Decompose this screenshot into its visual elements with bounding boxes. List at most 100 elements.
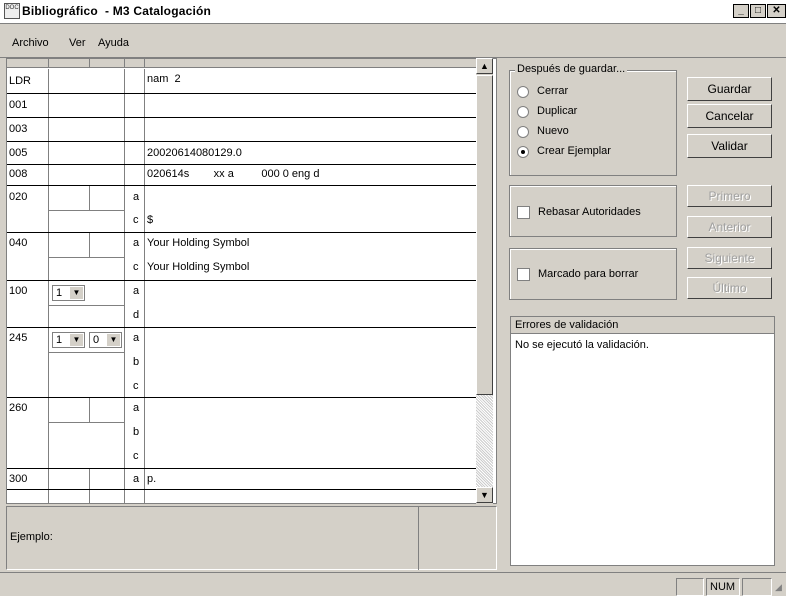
row-divider bbox=[7, 489, 477, 490]
menu-ver[interactable]: Ver bbox=[69, 37, 86, 49]
field-row-100[interactable]: 100 1 ▼ a d bbox=[7, 281, 477, 328]
field-row-260[interactable]: 260 a b c bbox=[7, 398, 477, 469]
save-button[interactable]: Guardar bbox=[687, 77, 772, 101]
doc-icon[interactable]: DOC bbox=[4, 3, 20, 19]
indicator1-select[interactable]: 1 ▼ bbox=[52, 285, 85, 301]
field-tag: 260 bbox=[9, 402, 28, 414]
grid-cell bbox=[144, 281, 145, 327]
scroll-down-icon[interactable]: ▼ bbox=[476, 487, 493, 503]
last-button[interactable]: Último bbox=[687, 277, 772, 299]
subfield-code: a bbox=[133, 332, 140, 344]
validate-button[interactable]: Validar bbox=[687, 134, 772, 158]
indicator2-select[interactable]: 0 ▼ bbox=[89, 332, 122, 348]
subfield-code: c bbox=[133, 261, 139, 273]
grid-cell bbox=[144, 398, 145, 468]
authorities-checkbox[interactable] bbox=[517, 206, 530, 219]
subfield-code: c bbox=[133, 380, 139, 392]
radio-crear-ejemplar[interactable] bbox=[517, 146, 529, 158]
close-button[interactable]: ✕ bbox=[767, 4, 786, 18]
window-title: Bibliográfico - M3 Catalogación bbox=[22, 4, 212, 18]
subfield-code: a bbox=[133, 237, 140, 249]
status-num: NUM bbox=[706, 578, 740, 596]
grid-cell bbox=[48, 118, 49, 141]
field-tag: 005 bbox=[9, 147, 28, 159]
minimize-button[interactable]: _ bbox=[733, 4, 749, 18]
next-button[interactable]: Siguiente bbox=[687, 247, 772, 269]
field-row-245[interactable]: 245 1 ▼ 0 ▼ a b c bbox=[7, 328, 477, 398]
subfield-code: d bbox=[133, 309, 140, 321]
field-row-300[interactable]: 300 a p. bbox=[7, 469, 477, 503]
grid-cell bbox=[144, 469, 145, 503]
subfield-value[interactable]: Your Holding Symbol bbox=[147, 261, 249, 273]
field-tag: 008 bbox=[9, 168, 28, 180]
authorities-label[interactable]: Rebasar Autoridades bbox=[538, 206, 641, 218]
menu-archivo[interactable]: Archivo bbox=[12, 37, 49, 49]
grid-cell bbox=[48, 398, 49, 468]
delete-label[interactable]: Marcado para borrar bbox=[538, 268, 638, 280]
grid-cell bbox=[89, 233, 90, 257]
grid-header-cell bbox=[124, 59, 125, 68]
field-row-001[interactable]: 001 bbox=[7, 94, 477, 118]
delete-checkbox[interactable] bbox=[517, 268, 530, 281]
previous-button[interactable]: Anterior bbox=[687, 216, 772, 238]
chevron-down-icon[interactable]: ▼ bbox=[70, 287, 83, 299]
field-row-ldr[interactable]: LDR nam 2 bbox=[7, 69, 477, 94]
field-row-003[interactable]: 003 bbox=[7, 118, 477, 142]
grid-cell bbox=[124, 94, 125, 117]
first-button[interactable]: Primero bbox=[687, 185, 772, 207]
field-tag: 003 bbox=[9, 123, 28, 135]
indicator-divider bbox=[49, 305, 124, 306]
grid-cell bbox=[89, 398, 90, 422]
cancel-button[interactable]: Cancelar bbox=[687, 104, 772, 128]
menu-ayuda[interactable]: Ayuda bbox=[98, 37, 129, 49]
grid-cell bbox=[124, 281, 125, 327]
chevron-down-icon[interactable]: ▼ bbox=[70, 334, 83, 346]
grid-cell bbox=[144, 69, 145, 93]
grid-cell bbox=[124, 233, 125, 280]
grid-cell bbox=[124, 142, 125, 164]
subfield-value[interactable]: $ bbox=[147, 214, 153, 226]
indicator-divider bbox=[49, 210, 124, 211]
scrollbar-track[interactable] bbox=[476, 395, 493, 487]
grid-cell bbox=[144, 94, 145, 117]
field-row-040[interactable]: 040 a Your Holding Symbol c Your Holding… bbox=[7, 233, 477, 281]
indicator2-value: 0 bbox=[93, 334, 100, 346]
validation-errors-list[interactable]: Errores de validación No se ejecutó la v… bbox=[510, 316, 775, 566]
radio-nuevo[interactable] bbox=[517, 126, 529, 138]
radio-label[interactable]: Duplicar bbox=[537, 105, 577, 117]
grid-cell bbox=[124, 328, 125, 397]
scrollbar-thumb[interactable] bbox=[476, 75, 493, 395]
scroll-up-icon[interactable]: ▲ bbox=[476, 58, 493, 74]
grid-cell bbox=[48, 94, 49, 117]
grid-cell bbox=[48, 165, 49, 185]
grid-header-cell bbox=[89, 59, 90, 68]
maximize-button[interactable]: □ bbox=[750, 4, 766, 18]
chevron-down-icon[interactable]: ▼ bbox=[107, 334, 120, 346]
grid-cell bbox=[124, 118, 125, 141]
radio-label[interactable]: Crear Ejemplar bbox=[537, 145, 611, 157]
grid-scrollbar[interactable]: ▲ ▼ bbox=[476, 58, 493, 504]
field-tag: 300 bbox=[9, 473, 28, 485]
subfield-value[interactable]: Your Holding Symbol bbox=[147, 237, 249, 249]
field-value[interactable]: 20020614080129.0 bbox=[147, 147, 242, 159]
radio-label[interactable]: Cerrar bbox=[537, 85, 568, 97]
indicator-divider bbox=[49, 422, 124, 423]
field-row-005[interactable]: 005 20020614080129.0 bbox=[7, 142, 477, 165]
radio-cerrar[interactable] bbox=[517, 86, 529, 98]
grid-header bbox=[7, 59, 477, 68]
subfield-code: a bbox=[133, 473, 140, 485]
field-row-008[interactable]: 008 020614s xx a 000 0 eng d bbox=[7, 165, 477, 186]
subfield-value[interactable]: p. bbox=[147, 473, 156, 485]
example-label: Ejemplo: bbox=[10, 531, 53, 543]
radio-label[interactable]: Nuevo bbox=[537, 125, 569, 137]
field-tag: 100 bbox=[9, 285, 28, 297]
indicator1-select[interactable]: 1 ▼ bbox=[52, 332, 85, 348]
field-value[interactable]: nam 2 bbox=[147, 73, 181, 85]
field-row-020[interactable]: 020 a c $ bbox=[7, 186, 477, 233]
subfield-code: a bbox=[133, 191, 140, 203]
grid-cell bbox=[144, 118, 145, 141]
radio-duplicar[interactable] bbox=[517, 106, 529, 118]
resize-grip-icon[interactable]: ◢ bbox=[775, 582, 785, 594]
field-value[interactable]: 020614s xx a 000 0 eng d bbox=[147, 168, 319, 180]
grid-cell bbox=[89, 186, 90, 210]
